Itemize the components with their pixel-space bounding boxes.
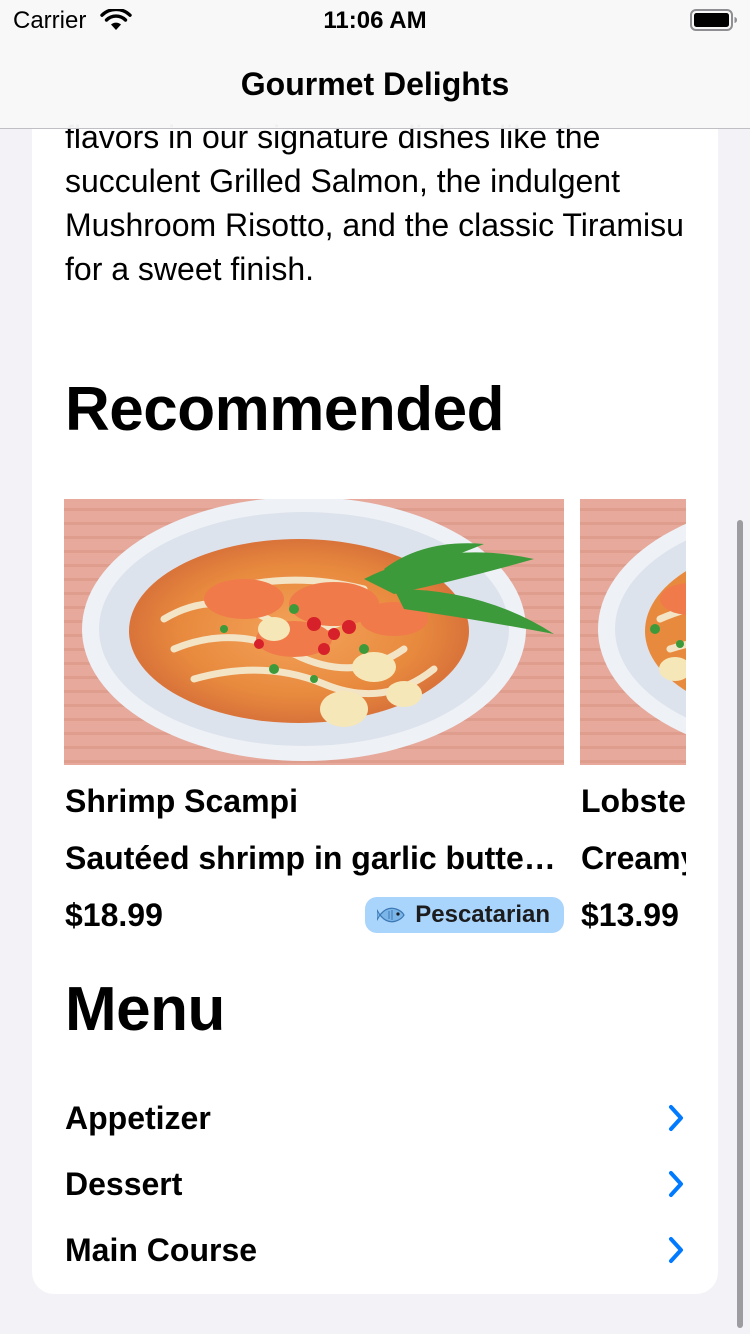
dish-name: Shrimp Scampi bbox=[65, 783, 298, 819]
chevron-right-icon bbox=[667, 1104, 685, 1132]
menu-item-label: Dessert bbox=[65, 1165, 183, 1202]
menu-item-label: Main Course bbox=[65, 1231, 258, 1268]
page-title: Gourmet Delights bbox=[240, 66, 510, 102]
scroll-indicator[interactable] bbox=[737, 520, 743, 1328]
dish-price: $18.99 bbox=[65, 897, 163, 933]
diet-badge-label: Pescatarian bbox=[415, 901, 550, 928]
dish-description: Sautéed shrimp in garlic butter sauce bbox=[65, 840, 560, 876]
dish-name: Lobster bbox=[581, 783, 686, 819]
menu-title: Menu bbox=[65, 975, 225, 1044]
recommended-item[interactable]: Lobster Creamy $13.99 bbox=[580, 499, 686, 939]
dish-price: $13.99 bbox=[581, 897, 679, 933]
dish-image bbox=[580, 499, 686, 765]
recommended-title: Recommended bbox=[65, 375, 504, 444]
status-time: 11:06 AM bbox=[323, 7, 427, 34]
chevron-right-icon bbox=[667, 1236, 685, 1264]
navigation-bar: Carrier 11:06 AM Gourmet Delights bbox=[0, 0, 750, 129]
fish-icon bbox=[377, 904, 407, 926]
intro-text: flavors in our signature dishes like the… bbox=[65, 119, 684, 287]
battery-full-icon bbox=[690, 8, 738, 37]
recommended-item[interactable]: Shrimp Scampi Sautéed shrimp in garlic b… bbox=[64, 499, 564, 939]
chevron-right-icon bbox=[667, 1170, 685, 1198]
dish-image bbox=[64, 499, 564, 765]
menu-item-dessert[interactable]: Dessert bbox=[65, 1154, 685, 1214]
menu-item-label: Appetizer bbox=[65, 1099, 211, 1136]
recommended-carousel[interactable]: Shrimp Scampi Sautéed shrimp in garlic b… bbox=[64, 499, 686, 939]
diet-badge: Pescatarian bbox=[365, 897, 564, 933]
menu-item-main-course[interactable]: Main Course bbox=[65, 1220, 685, 1280]
menu-item-appetizer[interactable]: Appetizer bbox=[65, 1088, 685, 1148]
content-card: flavors in our signature dishes like the… bbox=[32, 60, 718, 1294]
dish-description: Creamy bbox=[581, 840, 686, 876]
